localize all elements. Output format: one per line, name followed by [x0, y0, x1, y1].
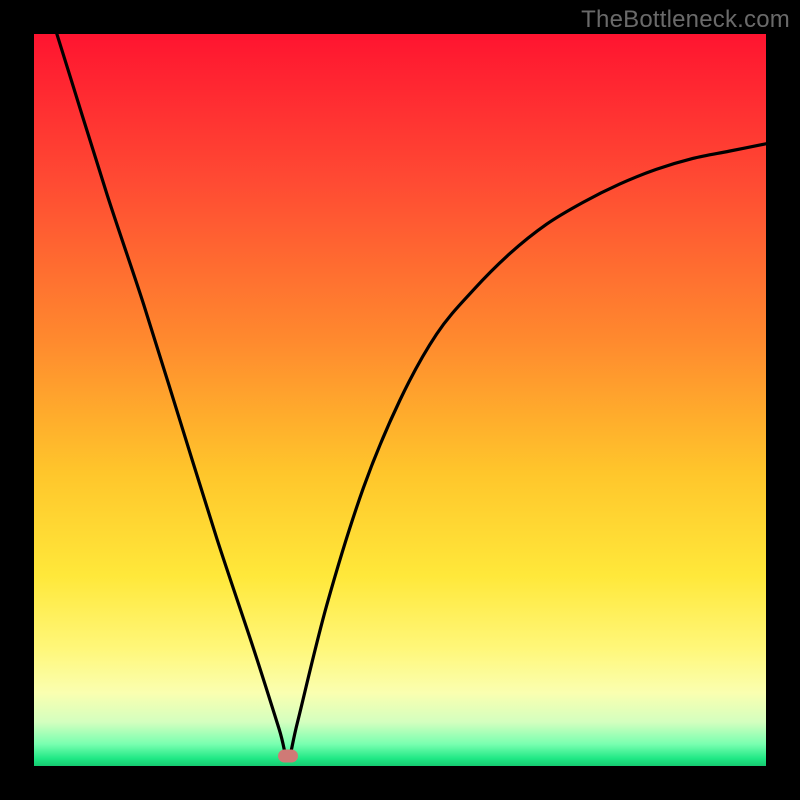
chart-frame: TheBottleneck.com — [0, 0, 800, 800]
optimum-marker — [278, 750, 298, 763]
bottleneck-curve — [34, 34, 766, 766]
watermark-text: TheBottleneck.com — [581, 6, 790, 34]
